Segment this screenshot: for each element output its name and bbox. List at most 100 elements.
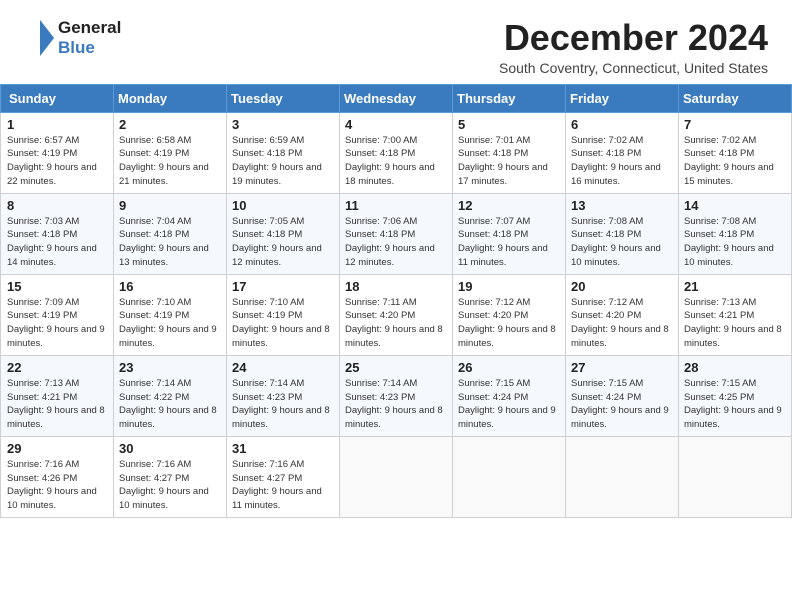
day-number: 3 xyxy=(232,117,334,132)
calendar-cell: 9 Sunrise: 7:04 AMSunset: 4:18 PMDayligh… xyxy=(114,193,227,274)
day-detail: Sunrise: 7:12 AMSunset: 4:20 PMDaylight:… xyxy=(458,297,556,349)
day-number: 5 xyxy=(458,117,560,132)
day-number: 21 xyxy=(684,279,786,294)
calendar-cell: 14 Sunrise: 7:08 AMSunset: 4:18 PMDaylig… xyxy=(679,193,792,274)
day-detail: Sunrise: 7:00 AMSunset: 4:18 PMDaylight:… xyxy=(345,135,435,187)
calendar-cell: 30 Sunrise: 7:16 AMSunset: 4:27 PMDaylig… xyxy=(114,436,227,517)
day-number: 16 xyxy=(119,279,221,294)
calendar-cell: 2 Sunrise: 6:58 AMSunset: 4:19 PMDayligh… xyxy=(114,112,227,193)
day-header-wednesday: Wednesday xyxy=(340,84,453,112)
calendar-cell: 3 Sunrise: 6:59 AMSunset: 4:18 PMDayligh… xyxy=(227,112,340,193)
day-detail: Sunrise: 7:01 AMSunset: 4:18 PMDaylight:… xyxy=(458,135,548,187)
day-number: 4 xyxy=(345,117,447,132)
day-detail: Sunrise: 7:15 AMSunset: 4:24 PMDaylight:… xyxy=(458,378,556,430)
day-detail: Sunrise: 7:15 AMSunset: 4:25 PMDaylight:… xyxy=(684,378,782,430)
calendar-cell xyxy=(340,436,453,517)
day-detail: Sunrise: 7:03 AMSunset: 4:18 PMDaylight:… xyxy=(7,216,97,268)
calendar-cell: 22 Sunrise: 7:13 AMSunset: 4:21 PMDaylig… xyxy=(1,355,114,436)
page-title: December 2024 xyxy=(499,18,768,58)
day-detail: Sunrise: 7:02 AMSunset: 4:18 PMDaylight:… xyxy=(571,135,661,187)
calendar-table: SundayMondayTuesdayWednesdayThursdayFrid… xyxy=(0,84,792,518)
day-header-saturday: Saturday xyxy=(679,84,792,112)
calendar-cell: 25 Sunrise: 7:14 AMSunset: 4:23 PMDaylig… xyxy=(340,355,453,436)
day-detail: Sunrise: 7:10 AMSunset: 4:19 PMDaylight:… xyxy=(119,297,217,349)
day-detail: Sunrise: 7:16 AMSunset: 4:26 PMDaylight:… xyxy=(7,459,97,511)
day-number: 27 xyxy=(571,360,673,375)
day-header-monday: Monday xyxy=(114,84,227,112)
calendar-cell: 18 Sunrise: 7:11 AMSunset: 4:20 PMDaylig… xyxy=(340,274,453,355)
calendar-cell: 29 Sunrise: 7:16 AMSunset: 4:26 PMDaylig… xyxy=(1,436,114,517)
day-detail: Sunrise: 7:15 AMSunset: 4:24 PMDaylight:… xyxy=(571,378,669,430)
day-number: 15 xyxy=(7,279,108,294)
calendar-cell: 5 Sunrise: 7:01 AMSunset: 4:18 PMDayligh… xyxy=(453,112,566,193)
calendar-cell: 27 Sunrise: 7:15 AMSunset: 4:24 PMDaylig… xyxy=(566,355,679,436)
calendar-cell xyxy=(566,436,679,517)
day-header-tuesday: Tuesday xyxy=(227,84,340,112)
day-number: 12 xyxy=(458,198,560,213)
day-number: 24 xyxy=(232,360,334,375)
day-number: 22 xyxy=(7,360,108,375)
day-number: 18 xyxy=(345,279,447,294)
day-detail: Sunrise: 7:08 AMSunset: 4:18 PMDaylight:… xyxy=(571,216,661,268)
title-block: December 2024 South Coventry, Connecticu… xyxy=(499,18,768,76)
day-detail: Sunrise: 7:14 AMSunset: 4:23 PMDaylight:… xyxy=(345,378,443,430)
day-detail: Sunrise: 7:11 AMSunset: 4:20 PMDaylight:… xyxy=(345,297,443,349)
day-number: 29 xyxy=(7,441,108,456)
calendar-cell: 8 Sunrise: 7:03 AMSunset: 4:18 PMDayligh… xyxy=(1,193,114,274)
calendar-cell: 7 Sunrise: 7:02 AMSunset: 4:18 PMDayligh… xyxy=(679,112,792,193)
calendar-cell: 4 Sunrise: 7:00 AMSunset: 4:18 PMDayligh… xyxy=(340,112,453,193)
calendar-cell: 31 Sunrise: 7:16 AMSunset: 4:27 PMDaylig… xyxy=(227,436,340,517)
day-detail: Sunrise: 7:05 AMSunset: 4:18 PMDaylight:… xyxy=(232,216,322,268)
page-header: General Blue December 2024 South Coventr… xyxy=(0,0,792,84)
day-number: 30 xyxy=(119,441,221,456)
day-detail: Sunrise: 7:14 AMSunset: 4:22 PMDaylight:… xyxy=(119,378,217,430)
logo: General Blue xyxy=(24,18,121,58)
calendar-cell: 15 Sunrise: 7:09 AMSunset: 4:19 PMDaylig… xyxy=(1,274,114,355)
calendar-cell: 20 Sunrise: 7:12 AMSunset: 4:20 PMDaylig… xyxy=(566,274,679,355)
calendar-cell: 28 Sunrise: 7:15 AMSunset: 4:25 PMDaylig… xyxy=(679,355,792,436)
day-number: 2 xyxy=(119,117,221,132)
calendar-cell: 19 Sunrise: 7:12 AMSunset: 4:20 PMDaylig… xyxy=(453,274,566,355)
calendar-cell: 17 Sunrise: 7:10 AMSunset: 4:19 PMDaylig… xyxy=(227,274,340,355)
day-detail: Sunrise: 6:57 AMSunset: 4:19 PMDaylight:… xyxy=(7,135,97,187)
day-number: 19 xyxy=(458,279,560,294)
day-number: 26 xyxy=(458,360,560,375)
day-number: 20 xyxy=(571,279,673,294)
page-subtitle: South Coventry, Connecticut, United Stat… xyxy=(499,60,768,76)
day-number: 31 xyxy=(232,441,334,456)
calendar-cell xyxy=(453,436,566,517)
day-detail: Sunrise: 7:09 AMSunset: 4:19 PMDaylight:… xyxy=(7,297,105,349)
calendar-cell: 23 Sunrise: 7:14 AMSunset: 4:22 PMDaylig… xyxy=(114,355,227,436)
day-detail: Sunrise: 7:02 AMSunset: 4:18 PMDaylight:… xyxy=(684,135,774,187)
day-header-friday: Friday xyxy=(566,84,679,112)
day-detail: Sunrise: 7:06 AMSunset: 4:18 PMDaylight:… xyxy=(345,216,435,268)
calendar-cell: 21 Sunrise: 7:13 AMSunset: 4:21 PMDaylig… xyxy=(679,274,792,355)
calendar-cell: 1 Sunrise: 6:57 AMSunset: 4:19 PMDayligh… xyxy=(1,112,114,193)
day-number: 6 xyxy=(571,117,673,132)
day-detail: Sunrise: 7:10 AMSunset: 4:19 PMDaylight:… xyxy=(232,297,330,349)
calendar-cell: 16 Sunrise: 7:10 AMSunset: 4:19 PMDaylig… xyxy=(114,274,227,355)
logo-general: General xyxy=(58,18,121,38)
day-number: 7 xyxy=(684,117,786,132)
calendar-cell: 10 Sunrise: 7:05 AMSunset: 4:18 PMDaylig… xyxy=(227,193,340,274)
day-number: 14 xyxy=(684,198,786,213)
logo-blue: Blue xyxy=(58,38,121,58)
day-number: 25 xyxy=(345,360,447,375)
day-detail: Sunrise: 7:16 AMSunset: 4:27 PMDaylight:… xyxy=(119,459,209,511)
day-number: 11 xyxy=(345,198,447,213)
day-number: 23 xyxy=(119,360,221,375)
day-detail: Sunrise: 7:07 AMSunset: 4:18 PMDaylight:… xyxy=(458,216,548,268)
day-detail: Sunrise: 7:12 AMSunset: 4:20 PMDaylight:… xyxy=(571,297,669,349)
day-detail: Sunrise: 6:59 AMSunset: 4:18 PMDaylight:… xyxy=(232,135,322,187)
calendar-cell: 13 Sunrise: 7:08 AMSunset: 4:18 PMDaylig… xyxy=(566,193,679,274)
calendar-cell: 26 Sunrise: 7:15 AMSunset: 4:24 PMDaylig… xyxy=(453,355,566,436)
day-detail: Sunrise: 7:16 AMSunset: 4:27 PMDaylight:… xyxy=(232,459,322,511)
day-detail: Sunrise: 7:14 AMSunset: 4:23 PMDaylight:… xyxy=(232,378,330,430)
calendar-cell: 12 Sunrise: 7:07 AMSunset: 4:18 PMDaylig… xyxy=(453,193,566,274)
day-number: 1 xyxy=(7,117,108,132)
calendar-cell: 11 Sunrise: 7:06 AMSunset: 4:18 PMDaylig… xyxy=(340,193,453,274)
day-detail: Sunrise: 7:13 AMSunset: 4:21 PMDaylight:… xyxy=(684,297,782,349)
calendar-cell xyxy=(679,436,792,517)
day-number: 10 xyxy=(232,198,334,213)
day-detail: Sunrise: 6:58 AMSunset: 4:19 PMDaylight:… xyxy=(119,135,209,187)
